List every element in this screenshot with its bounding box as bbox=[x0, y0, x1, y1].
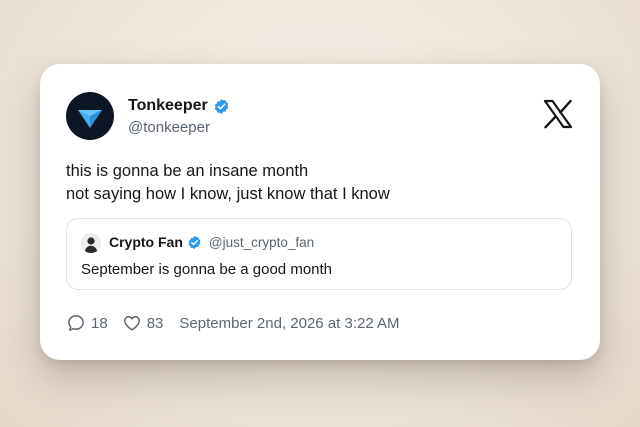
tweet-text: this is gonna be an insane month not say… bbox=[66, 160, 390, 206]
author-name[interactable]: Tonkeeper bbox=[128, 97, 208, 115]
quoted-tweet[interactable]: Crypto Fan @just_crypto_fan September is… bbox=[66, 218, 572, 290]
reply-count: 18 bbox=[91, 314, 108, 332]
tweet-timestamp[interactable]: September 2nd, 2026 at 3:22 AM bbox=[179, 315, 399, 332]
quoted-tweet-text: September is gonna be a good month bbox=[81, 261, 333, 278]
heart-icon[interactable] bbox=[122, 313, 142, 333]
author-name-row: Tonkeeper bbox=[128, 97, 230, 115]
quoted-author-row: Crypto Fan @just_crypto_fan bbox=[109, 234, 314, 250]
tweet-text-line: not saying how I know, just know that I … bbox=[66, 185, 390, 203]
author-handle[interactable]: @tonkeeper bbox=[128, 119, 210, 136]
quoted-author-handle[interactable]: @just_crypto_fan bbox=[209, 235, 314, 250]
tweet-card: Tonkeeper @tonkeeper this is gonna be an… bbox=[40, 64, 600, 360]
person-avatar-icon bbox=[81, 233, 101, 253]
like-count: 83 bbox=[146, 314, 164, 332]
quoted-author-avatar[interactable] bbox=[81, 233, 101, 253]
verified-badge-icon bbox=[214, 98, 228, 114]
x-logo-icon[interactable] bbox=[542, 98, 574, 130]
quoted-author-name[interactable]: Crypto Fan bbox=[109, 234, 183, 250]
verified-badge-icon bbox=[188, 235, 201, 249]
tweet-meta-row: 18 83 September 2nd, 2026 at 3:22 AM bbox=[66, 313, 400, 333]
tonkeeper-diamond-icon bbox=[78, 110, 102, 128]
tonkeeper-avatar[interactable] bbox=[66, 92, 114, 140]
reply-icon[interactable] bbox=[66, 313, 86, 333]
tweet-text-line: this is gonna be an insane month bbox=[66, 162, 309, 180]
